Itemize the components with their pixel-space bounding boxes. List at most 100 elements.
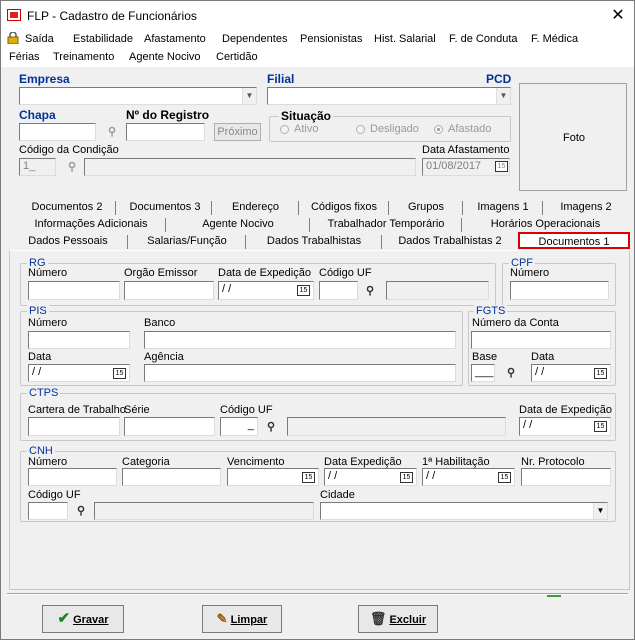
tab-codigos-fixos[interactable]: Códigos fixos xyxy=(300,199,388,216)
tab-separator xyxy=(461,218,462,232)
calendar-icon[interactable]: 15 xyxy=(594,421,607,432)
tab-dados-trabalhistas[interactable]: Dados Trabalhistas xyxy=(247,233,381,250)
tab-imagens-1[interactable]: Imagens 1 xyxy=(464,199,542,216)
calendar-icon[interactable]: 15 xyxy=(498,472,511,483)
menu-pensionistas[interactable]: Pensionistas xyxy=(300,33,362,45)
cnh-uf-desc xyxy=(94,502,314,520)
calendar-icon[interactable]: 15 xyxy=(297,285,310,296)
situacao-ativo-radio[interactable] xyxy=(280,125,289,134)
situacao-afastado-radio[interactable] xyxy=(434,125,443,134)
close-button[interactable]: ✕ xyxy=(609,5,627,25)
fgts-data-input[interactable]: / / 15 xyxy=(531,364,611,382)
fgts-base-input[interactable]: ___ xyxy=(471,364,495,382)
cnh-vencimento-input[interactable]: 15 xyxy=(227,468,319,486)
limpar-button[interactable]: ✎ Limpar xyxy=(202,605,282,633)
cnh-categoria-input[interactable] xyxy=(122,468,221,486)
rg-orgao-input[interactable] xyxy=(124,281,214,300)
menu-agente-nocivo[interactable]: Agente Nocivo xyxy=(129,51,201,63)
cnh-protocolo-label: Nr. Protocolo xyxy=(521,456,585,468)
empresa-combo[interactable]: ▼ xyxy=(19,87,257,105)
cnh-cidade-combo[interactable]: ▼ xyxy=(320,502,608,520)
menu-certidao[interactable]: Certidão xyxy=(216,51,258,63)
rg-numero-input[interactable] xyxy=(28,281,120,300)
tab-imagens-2[interactable]: Imagens 2 xyxy=(544,199,628,216)
calendar-icon[interactable]: 15 xyxy=(302,472,315,483)
binoculars-icon[interactable]: ⚲ xyxy=(263,419,279,435)
pis-numero-input[interactable] xyxy=(28,331,130,349)
codigo-condicao-input[interactable]: 1_ xyxy=(19,158,56,176)
cnh-data-exp-label: Data Expedição xyxy=(324,456,402,468)
tab-endereco[interactable]: Endereço xyxy=(213,199,298,216)
photo-box[interactable]: Foto xyxy=(519,83,627,191)
cnh-hab-value: / / xyxy=(426,470,436,482)
tab-documentos-3[interactable]: Documentos 3 xyxy=(119,199,211,216)
menu-treinamento[interactable]: Treinamento xyxy=(53,51,114,63)
cnh-numero-input[interactable] xyxy=(28,468,117,486)
tab-separator xyxy=(298,201,299,215)
calendar-icon[interactable]: 15 xyxy=(400,472,413,483)
menu-f-conduta[interactable]: F. de Conduta xyxy=(449,33,518,45)
chevron-down-icon[interactable]: ▼ xyxy=(593,503,607,519)
tab-dados-trabalhistas-2[interactable]: Dados Trabalhistas 2 xyxy=(383,233,517,250)
menu-ferias[interactable]: Férias xyxy=(9,51,40,63)
data-afastamento-input[interactable]: 01/08/2017 15 xyxy=(422,158,510,176)
title-bar: FLP - Cadastro de Funcionários ✕ xyxy=(1,1,634,29)
situacao-desligado-radio[interactable] xyxy=(356,125,365,134)
fgts-numero-conta-input[interactable] xyxy=(471,331,611,349)
rg-numero-label: Número xyxy=(28,267,68,279)
cnh-codigo-uf-input[interactable] xyxy=(28,502,68,520)
tab-documentos-2[interactable]: Documentos 2 xyxy=(17,199,117,216)
window-title: FLP - Cadastro de Funcionários xyxy=(27,9,197,23)
cnh-protocolo-input[interactable] xyxy=(521,468,611,486)
limpar-label: Limpar xyxy=(230,614,268,626)
calendar-icon[interactable]: 15 xyxy=(113,368,126,379)
tab-trabalhador-temporario[interactable]: Trabalhador Temporário xyxy=(311,216,461,233)
binoculars-icon[interactable]: ⚲ xyxy=(104,124,120,140)
binoculars-icon[interactable]: ⚲ xyxy=(73,503,89,519)
tab-documentos-1[interactable]: Documentos 1 xyxy=(518,232,630,249)
excluir-button[interactable]: 🗑 Excluir xyxy=(358,605,438,633)
cnh-data-exp-input[interactable]: / / 15 xyxy=(324,468,417,486)
pis-agencia-input[interactable] xyxy=(144,364,456,382)
gravar-button[interactable]: ✔ Gravar xyxy=(42,605,124,633)
binoculars-icon[interactable]: ⚲ xyxy=(64,159,80,175)
pis-data-label: Data xyxy=(28,351,52,363)
tab-informacoes-adicionais[interactable]: Informações Adicionais xyxy=(17,216,165,233)
menu-dependentes[interactable]: Dependentes xyxy=(222,33,287,45)
pis-data-input[interactable]: / / 15 xyxy=(28,364,130,382)
registro-input[interactable] xyxy=(126,123,205,141)
ctps-codigo-uf-input[interactable]: _ xyxy=(220,417,258,436)
chevron-down-icon[interactable]: ▼ xyxy=(496,88,510,104)
binoculars-icon[interactable]: ⚲ xyxy=(503,365,519,381)
tab-separator xyxy=(165,218,166,232)
lock-icon xyxy=(7,32,19,44)
ctps-data-exp-input[interactable]: / / 15 xyxy=(519,417,611,436)
tab-salarias-funcao[interactable]: Salarias/Função xyxy=(129,233,245,250)
rg-codigo-uf-input[interactable] xyxy=(319,281,358,300)
cpf-numero-input[interactable] xyxy=(510,281,609,300)
calendar-icon[interactable]: 15 xyxy=(495,161,508,172)
chapa-input[interactable] xyxy=(19,123,96,141)
menu-hist-salarial[interactable]: Hist. Salarial xyxy=(374,33,436,45)
tab-dados-pessoais[interactable]: Dados Pessoais xyxy=(9,233,127,250)
pis-data-value: / / xyxy=(32,366,42,378)
fgts-base-label: Base xyxy=(472,351,498,363)
filial-combo[interactable]: ▼ xyxy=(267,87,511,105)
cnh-habilitacao-input[interactable]: / / 15 xyxy=(422,468,515,486)
pis-banco-input[interactable] xyxy=(144,331,456,349)
chevron-down-icon[interactable]: ▼ xyxy=(242,88,256,104)
menu-saida[interactable]: Saída xyxy=(25,33,54,45)
ctps-carteira-input[interactable] xyxy=(28,417,120,436)
tab-agente-nocivo[interactable]: Agente Nocivo xyxy=(167,216,309,233)
calendar-icon[interactable]: 15 xyxy=(594,368,607,379)
rg-data-exp-input[interactable]: / / 15 xyxy=(218,281,314,300)
proximo-button[interactable]: Próximo xyxy=(214,123,261,141)
binoculars-icon[interactable]: ⚲ xyxy=(362,283,378,299)
ctps-serie-input[interactable] xyxy=(124,417,215,436)
menu-afastamento[interactable]: Afastamento xyxy=(144,33,206,45)
tab-grupos[interactable]: Grupos xyxy=(390,199,462,216)
menu-f-medica[interactable]: F. Médica xyxy=(531,33,578,45)
excluir-label: Excluir xyxy=(389,614,427,626)
tab-horarios-operacionais[interactable]: Horários Operacionais xyxy=(463,216,628,233)
menu-estabilidade[interactable]: Estabilidade xyxy=(73,33,133,45)
